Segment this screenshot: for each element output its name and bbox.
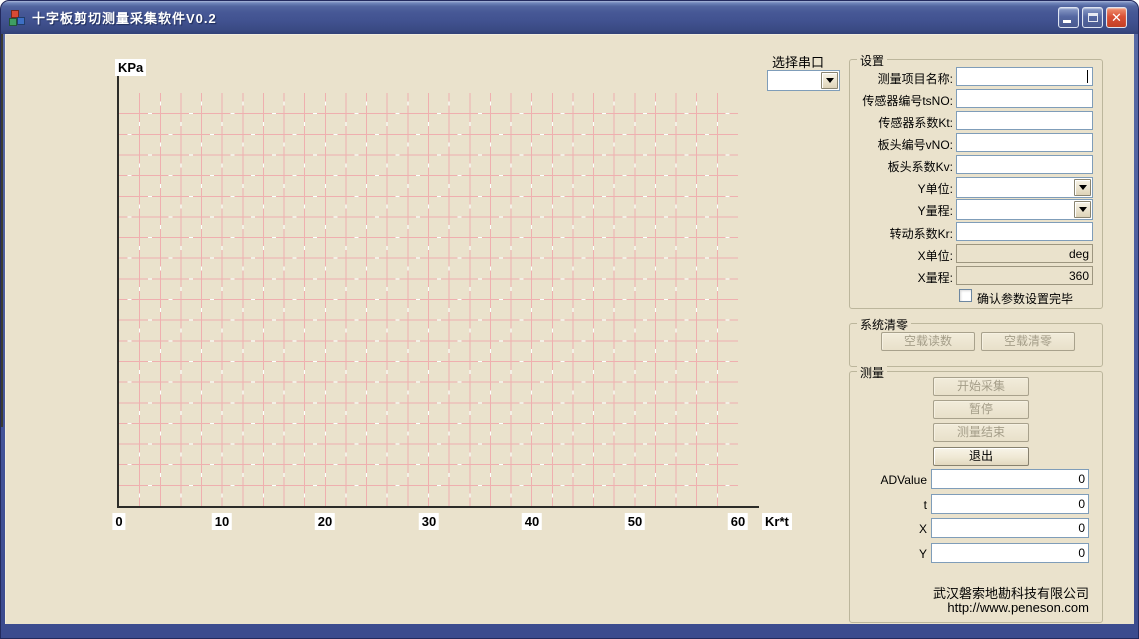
sensor-coef-input[interactable] <box>956 111 1093 130</box>
project-name-label: 测量项目名称: <box>855 70 953 87</box>
maximize-button[interactable] <box>1082 7 1103 28</box>
system-zero-group-title: 系统清零 <box>857 316 911 333</box>
vane-no-input[interactable] <box>956 133 1093 152</box>
confirm-params-checkbox[interactable] <box>959 289 972 302</box>
y-value-field[interactable] <box>931 543 1089 563</box>
rotation-coef-label: 转动系数Kr: <box>855 225 953 242</box>
stop-measure-button[interactable]: 测量结束 <box>933 423 1029 442</box>
start-collect-button[interactable]: 开始采集 <box>933 377 1029 396</box>
vane-no-label: 板头编号vNO: <box>855 136 953 153</box>
plot-right-border <box>1 3 3 427</box>
noload-zero-button[interactable]: 空载清零 <box>981 332 1075 351</box>
x-range-label: X量程: <box>855 269 953 286</box>
advalue-label: ADValue <box>849 473 927 487</box>
sensor-no-label: 传感器编号tsNO: <box>855 92 953 109</box>
pause-button[interactable]: 暂停 <box>933 400 1029 419</box>
x-axis-line <box>117 506 759 508</box>
exit-button[interactable]: 退出 <box>933 447 1029 466</box>
company-website: http://www.peneson.com <box>947 600 1089 615</box>
serial-port-select[interactable] <box>767 70 840 91</box>
text-caret <box>1087 70 1088 83</box>
y-axis-line <box>117 69 119 508</box>
x-value-field[interactable] <box>931 518 1089 538</box>
window-title: 十字板剪切测量采集软件V0.2 <box>32 8 1058 27</box>
x-tick-20: 20 <box>315 513 335 530</box>
x-tick-60: 60 <box>728 513 748 530</box>
serial-port-label: 选择串口 <box>772 52 824 71</box>
app-icon <box>9 9 27 27</box>
minimize-icon <box>1063 20 1071 23</box>
close-button[interactable]: ✕ <box>1106 7 1127 28</box>
rotation-coef-input[interactable] <box>956 222 1093 241</box>
x-unit-field <box>956 244 1093 263</box>
app-window: 十字板剪切测量采集软件V0.2 ✕ KPa 0 10 20 30 40 50 6… <box>0 0 1139 639</box>
sensor-no-input[interactable] <box>956 89 1093 108</box>
advalue-field[interactable] <box>931 469 1089 489</box>
title-bar: 十字板剪切测量采集软件V0.2 ✕ <box>1 1 1138 34</box>
y-range-select[interactable] <box>956 199 1093 220</box>
maximize-icon <box>1088 13 1098 22</box>
y-value-label: Y <box>849 547 927 561</box>
x-axis-unit-label: Kr*t <box>762 513 792 530</box>
settings-group-title: 设置 <box>857 52 887 69</box>
vane-coef-input[interactable] <box>956 155 1093 174</box>
minimize-button[interactable] <box>1058 7 1079 28</box>
y-range-label: Y量程: <box>855 202 953 219</box>
x-tick-10: 10 <box>212 513 232 530</box>
x-tick-0: 0 <box>112 513 125 530</box>
x-tick-30: 30 <box>419 513 439 530</box>
vane-coef-label: 板头系数Kv: <box>855 158 953 175</box>
y-axis-unit-label: KPa <box>115 59 146 76</box>
y-unit-label: Y单位: <box>855 180 953 197</box>
t-label: t <box>849 498 927 512</box>
x-unit-label: X单位: <box>855 247 953 264</box>
x-value-label: X <box>849 522 927 536</box>
x-tick-50: 50 <box>625 513 645 530</box>
close-icon: ✕ <box>1107 8 1126 27</box>
y-unit-select[interactable] <box>956 177 1093 198</box>
confirm-params-label: 确认参数设置完毕 <box>977 290 1073 307</box>
x-range-field <box>956 266 1093 285</box>
t-field[interactable] <box>931 494 1089 514</box>
measure-group-title: 测量 <box>857 364 887 381</box>
x-tick-40: 40 <box>522 513 542 530</box>
project-name-input[interactable] <box>956 67 1093 86</box>
y-unit-dropdown-arrow-icon[interactable] <box>1074 179 1091 196</box>
noload-read-button[interactable]: 空载读数 <box>881 332 975 351</box>
sensor-coef-label: 传感器系数Kt: <box>855 114 953 131</box>
chart-grid <box>119 93 738 506</box>
y-range-dropdown-arrow-icon[interactable] <box>1074 201 1091 218</box>
serial-dropdown-arrow-icon[interactable] <box>821 72 838 89</box>
